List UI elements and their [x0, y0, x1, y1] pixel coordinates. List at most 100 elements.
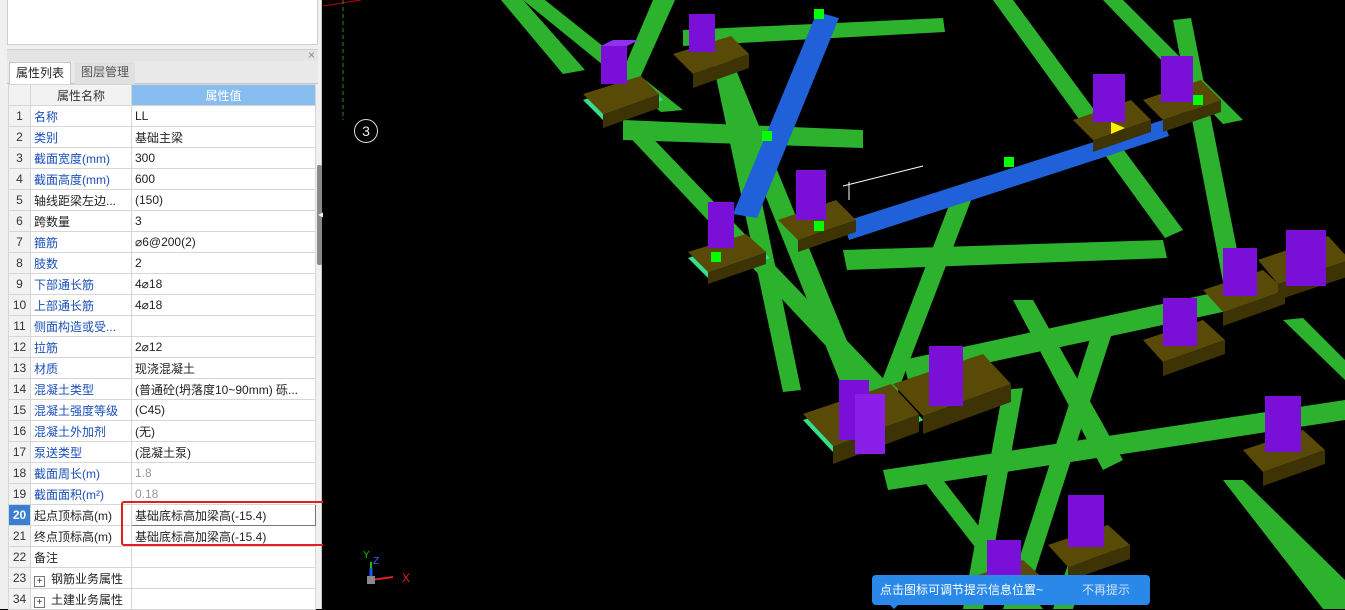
axis-line-red [323, 0, 362, 7]
property-name: 侧面构造或受... [30, 315, 132, 337]
row-index: 2 [8, 126, 31, 148]
property-value[interactable]: (普通砼(坍落度10~90mm) 砾... [131, 378, 316, 400]
panel-close-icon[interactable]: × [308, 48, 315, 62]
tab-property-list[interactable]: 属性列表 [9, 62, 72, 84]
property-name: 截面周长(m) [30, 462, 132, 484]
grip[interactable] [762, 131, 772, 141]
property-row[interactable]: 12 拉筋 2⌀12 [8, 336, 316, 358]
property-name: 材质 [30, 357, 132, 379]
property-row[interactable]: 8 肢数 2 [8, 252, 316, 274]
beam[interactable] [1223, 480, 1345, 609]
property-value[interactable]: LL [131, 105, 316, 127]
row-index: 23 [8, 567, 31, 589]
property-row[interactable]: 1 名称 LL [8, 105, 316, 127]
property-value[interactable]: 4⌀18 [131, 294, 316, 316]
property-value[interactable]: 2⌀12 [131, 336, 316, 358]
property-row[interactable]: 18 截面周长(m) 1.8 [8, 462, 316, 484]
property-value[interactable] [131, 588, 316, 610]
grip[interactable] [814, 221, 824, 231]
property-name: 终点顶标高(m) [30, 525, 132, 547]
panel-tabs: 属性列表 图层管理 [7, 61, 318, 84]
header-property-value: 属性值 [131, 84, 316, 106]
property-row[interactable]: 15 混凝土强度等级 (C45) [8, 399, 316, 421]
property-row[interactable]: 4 截面高度(mm) 600 [8, 168, 316, 190]
row-index: 17 [8, 441, 31, 463]
property-row[interactable]: 3 截面宽度(mm) 300 [8, 147, 316, 169]
property-row[interactable]: 14 混凝土类型 (普通砼(坍落度10~90mm) 砾... [8, 378, 316, 400]
row-index: 4 [8, 168, 31, 190]
property-value[interactable]: 基础底标高加梁高(-15.4) [131, 504, 316, 526]
grip[interactable] [1193, 95, 1203, 105]
grip[interactable] [711, 252, 721, 262]
group-label: 钢筋业务属性 [51, 571, 124, 586]
row-index: 11 [8, 315, 31, 337]
beam[interactable] [843, 240, 1167, 270]
axis-gizmo [367, 562, 394, 584]
axis-number-marker[interactable]: 3 [354, 119, 378, 143]
property-value[interactable]: 基础底标高加梁高(-15.4) [131, 525, 316, 547]
row-index: 21 [8, 525, 31, 547]
property-row[interactable]: 21 终点顶标高(m) 基础底标高加梁高(-15.4) [8, 525, 316, 547]
row-index: 3 [8, 147, 31, 169]
property-name: 名称 [30, 105, 132, 127]
property-value[interactable]: 1.8 [131, 462, 316, 484]
property-value[interactable] [131, 315, 316, 337]
grip[interactable] [1004, 157, 1014, 167]
property-row[interactable]: 34 + 土建业务属性 [8, 588, 316, 610]
property-row[interactable]: 2 类别 基础主梁 [8, 126, 316, 148]
property-row[interactable]: 13 材质 现浇混凝土 [8, 357, 316, 379]
expand-plus-icon[interactable]: + [34, 575, 45, 587]
property-row[interactable]: 19 截面面积(m²) 0.18 [8, 483, 316, 505]
grip[interactable] [814, 9, 824, 19]
property-row[interactable]: 5 轴线距梁左边... (150) [8, 189, 316, 211]
property-row[interactable]: 11 侧面构造或受... [8, 315, 316, 337]
property-row[interactable]: 7 箍筋 ⌀6@200(2) [8, 231, 316, 253]
beam[interactable] [1283, 318, 1345, 380]
beam-dimension-label [842, 165, 924, 200]
gizmo-y-label: Y [363, 550, 370, 561]
property-value[interactable] [131, 567, 316, 589]
row-index: 18 [8, 462, 31, 484]
property-name: 轴线距梁左边... [30, 189, 132, 211]
property-name: 肢数 [30, 252, 132, 274]
row-index: 16 [8, 420, 31, 442]
row-index: 9 [8, 273, 31, 295]
property-value[interactable]: 2 [131, 252, 316, 274]
property-value[interactable]: 基础主梁 [131, 126, 316, 148]
property-row[interactable]: 16 混凝土外加剂 (无) [8, 420, 316, 442]
3d-scene[interactable] [323, 0, 1345, 609]
property-row[interactable]: 17 泵送类型 (混凝土泵) [8, 441, 316, 463]
property-value[interactable]: ⌀6@200(2) [131, 231, 316, 253]
property-value[interactable]: 0.18 [131, 483, 316, 505]
property-value[interactable]: 600 [131, 168, 316, 190]
property-value[interactable]: 3 [131, 210, 316, 232]
property-value[interactable]: (C45) [131, 399, 316, 421]
property-name: 混凝土类型 [30, 378, 132, 400]
property-value[interactable]: (混凝土泵) [131, 441, 316, 463]
hint-toast[interactable]: 点击图标可调节提示信息位置~ 不再提示 [872, 575, 1150, 609]
3d-viewport[interactable]: 3 Y Z X 点击图标可调节提示信息位置~ 不再提示 [323, 0, 1345, 609]
property-row[interactable]: 10 上部通长筋 4⌀18 [8, 294, 316, 316]
properties-panel: × 属性列表 图层管理 属性名称 属性值 1 名称 LL 2 类别 基础主梁 3 截面宽度(m… [0, 0, 326, 610]
property-value[interactable]: (无) [131, 420, 316, 442]
dont-show-again-link[interactable]: 不再提示 [1082, 575, 1130, 605]
expand-plus-icon[interactable]: + [34, 596, 45, 608]
row-index: 6 [8, 210, 31, 232]
property-value[interactable] [131, 546, 316, 568]
row-index: 5 [8, 189, 31, 211]
property-value[interactable]: 300 [131, 147, 316, 169]
gizmo-x-label: X [402, 571, 411, 585]
property-value[interactable]: (150) [131, 189, 316, 211]
property-row[interactable]: 20 起点顶标高(m) 基础底标高加梁高(-15.4) [8, 504, 316, 526]
row-index: 15 [8, 399, 31, 421]
property-row[interactable]: 23 + 钢筋业务属性 [8, 567, 316, 589]
property-value[interactable]: 现浇混凝土 [131, 357, 316, 379]
property-name: 类别 [30, 126, 132, 148]
row-index: 34 [8, 588, 31, 610]
property-row[interactable]: 6 跨数量 3 [8, 210, 316, 232]
property-value[interactable]: 4⌀18 [131, 273, 316, 295]
property-row[interactable]: 22 备注 [8, 546, 316, 568]
property-name: 箍筋 [30, 231, 132, 253]
tab-layer-manager[interactable]: 图层管理 [75, 62, 136, 84]
property-row[interactable]: 9 下部通长筋 4⌀18 [8, 273, 316, 295]
